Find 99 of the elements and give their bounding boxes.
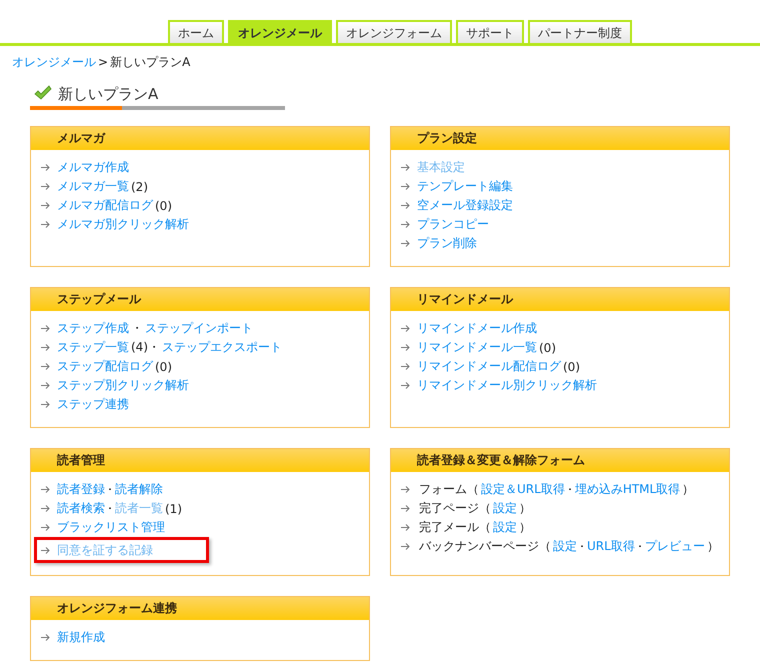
menu-link[interactable]: リマインドメール作成 <box>417 320 537 337</box>
panel-title: 読者管理 <box>31 449 369 472</box>
item-text: 完了ページ（ <box>419 500 491 517</box>
menu-link[interactable]: リマインドメール別クリック解析 <box>417 377 597 394</box>
breadcrumb-link[interactable]: オレンジメール <box>12 54 96 70</box>
menu-link[interactable]: メルマガ一覧 <box>57 178 129 195</box>
breadcrumb-separator: > <box>98 54 108 70</box>
check-icon <box>34 85 52 101</box>
item-text: (2) <box>131 180 148 194</box>
item-text: ･ <box>636 540 643 554</box>
menu-link[interactable]: リマインドメール一覧 <box>417 339 537 356</box>
menu-link[interactable]: 新規作成 <box>57 629 105 646</box>
nav-tab[interactable]: オレンジフォーム <box>336 20 452 43</box>
menu-link[interactable]: ステップエクスポート <box>162 339 282 356</box>
menu-link[interactable]: ステップ作成 <box>57 320 129 337</box>
item-text: (0) <box>155 360 172 374</box>
arrow-icon <box>401 524 410 531</box>
item-text: ･ <box>107 482 113 496</box>
item-text: (0) <box>539 340 556 354</box>
arrow-icon <box>401 543 410 550</box>
arrow-icon <box>41 363 50 370</box>
arrow-icon <box>401 221 410 228</box>
menu-link[interactable]: プランコピー <box>417 216 489 233</box>
panel-title: プラン設定 <box>391 127 729 150</box>
arrow-icon <box>41 524 50 531</box>
arrow-icon <box>41 382 50 389</box>
nav-tab[interactable]: パートナー制度 <box>528 20 632 43</box>
panel-title: ステップメール <box>31 288 369 311</box>
menu-link[interactable]: 読者検索 <box>57 500 105 517</box>
arrow-icon <box>41 505 50 512</box>
page-title: 新しいプランA <box>58 84 158 104</box>
item-text: ） <box>519 500 531 517</box>
nav-tab[interactable]: サポート <box>456 20 524 43</box>
menu-link[interactable]: 設定 <box>493 519 517 536</box>
menu-link[interactable]: ステップ配信ログ <box>57 358 153 375</box>
panel-title: オレンジフォーム連携 <box>31 597 369 620</box>
arrow-icon <box>401 363 410 370</box>
item-text: ･ <box>107 502 113 516</box>
item-text: (4)・ <box>131 339 160 356</box>
item-text: ･ <box>579 540 585 554</box>
menu-link[interactable]: 読者一覧 <box>115 500 163 517</box>
arrow-icon <box>401 164 410 171</box>
menu-link[interactable]: メルマガ作成 <box>57 159 129 176</box>
item-text: バックナンバーページ（ <box>419 538 551 555</box>
menu-link[interactable]: プラン削除 <box>417 235 477 252</box>
nav-tab[interactable]: オレンジメール <box>228 20 332 43</box>
arrow-icon <box>401 240 410 247</box>
arrow-icon <box>401 183 410 190</box>
menu-link[interactable]: URL取得 <box>587 538 635 555</box>
menu-link[interactable]: 読者解除 <box>115 481 163 498</box>
panel-title: リマインドメール <box>391 288 729 311</box>
item-text: ･ <box>566 482 573 496</box>
item-text: ） <box>519 519 531 536</box>
menu-link[interactable]: 設定＆URL取得 <box>481 481 565 498</box>
item-text: 完了メール（ <box>419 519 491 536</box>
menu-link[interactable]: ステップ連携 <box>57 396 129 413</box>
arrow-icon <box>401 325 410 332</box>
arrow-icon <box>41 546 50 554</box>
arrow-icon <box>401 486 410 493</box>
arrow-icon <box>41 183 50 190</box>
item-text: (1) <box>165 502 182 516</box>
arrow-icon <box>401 505 410 512</box>
menu-link[interactable]: リマインドメール配信ログ <box>417 358 561 375</box>
item-text: フォーム（ <box>419 481 479 498</box>
arrow-icon <box>41 401 50 408</box>
menu-link[interactable]: ステップインポート <box>145 320 253 337</box>
menu-link[interactable]: 読者登録 <box>57 481 105 498</box>
arrow-icon <box>41 486 50 493</box>
menu-link[interactable]: テンプレート編集 <box>417 178 513 195</box>
item-text: ・ <box>131 320 143 337</box>
menu-link[interactable]: メルマガ別クリック解析 <box>57 216 189 233</box>
menu-link[interactable]: メルマガ配信ログ <box>57 197 153 214</box>
menu-link[interactable]: ブラックリスト管理 <box>57 519 165 536</box>
arrow-icon <box>41 164 50 171</box>
item-text: (0) <box>563 360 580 374</box>
menu-link[interactable]: 空メール登録設定 <box>417 197 513 214</box>
item-text: (0) <box>155 198 172 212</box>
menu-link[interactable]: プレビュー <box>644 538 705 555</box>
arrow-icon <box>41 325 50 332</box>
menu-link[interactable]: 設定 <box>493 500 517 517</box>
breadcrumb-current: 新しいプランA <box>110 54 190 70</box>
menu-link[interactable]: ステップ一覧 <box>57 339 129 356</box>
menu-link[interactable]: 埋め込みHTML取得 <box>574 481 680 498</box>
arrow-icon <box>401 382 410 389</box>
item-text: ） <box>682 481 694 498</box>
item-text: ） <box>706 538 719 555</box>
menu-link[interactable]: 同意を証する記録 <box>57 542 153 558</box>
menu-link[interactable]: 設定 <box>553 538 577 555</box>
menu-link[interactable]: ステップ別クリック解析 <box>57 377 189 394</box>
arrow-icon <box>41 634 50 641</box>
panel-title: メルマガ <box>31 127 369 150</box>
menu-link[interactable]: 基本設定 <box>417 159 465 176</box>
panel-title: 読者登録＆変更＆解除フォーム <box>391 449 729 472</box>
arrow-icon <box>41 221 50 228</box>
arrow-icon <box>401 202 410 209</box>
arrow-icon <box>41 344 50 351</box>
arrow-icon <box>41 202 50 209</box>
arrow-icon <box>401 344 410 351</box>
nav-tab[interactable]: ホーム <box>168 20 224 43</box>
